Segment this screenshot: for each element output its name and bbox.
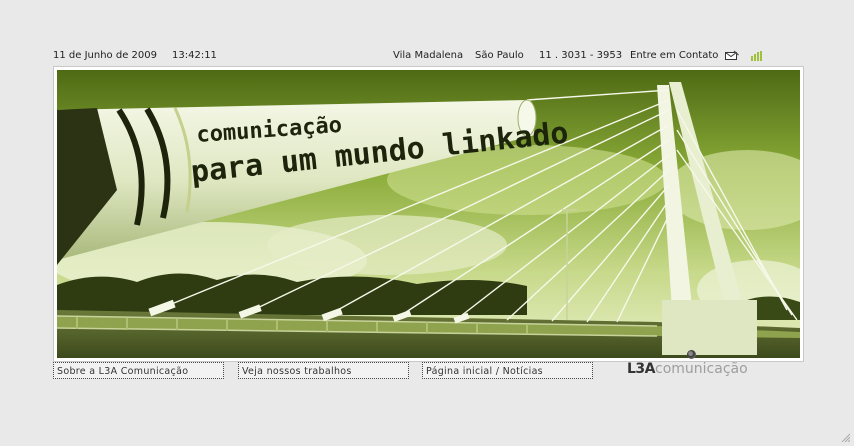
nav-home-link[interactable]: Página inicial / Notícias <box>422 362 593 379</box>
contact-link[interactable]: Entre em Contato <box>630 50 718 61</box>
top-info-bar: 11 de Junho de 2009 13:42:11 Vila Madale… <box>53 50 800 64</box>
brand-logo[interactable]: L3Acomunicação <box>627 361 772 383</box>
logo-mark: L3A <box>627 361 656 377</box>
hero-image: comunicação para um mundo linkado <box>57 70 800 358</box>
nav-works-link[interactable]: Veja nossos trabalhos <box>238 362 409 379</box>
logo-wordmark: comunicação <box>655 361 748 377</box>
hero-banner: comunicação para um mundo linkado <box>53 66 804 362</box>
phone-number: 11 . 3031 - 3953 <box>539 50 623 61</box>
current-time: 13:42:11 <box>172 50 217 61</box>
resize-grip-icon[interactable] <box>840 432 850 442</box>
current-date: 11 de Junho de 2009 <box>53 50 157 61</box>
neighborhood-label: Vila Madalena <box>393 50 464 61</box>
signal-bars-icon <box>751 51 764 61</box>
mail-icon[interactable] <box>725 50 739 61</box>
nav-about-link[interactable]: Sobre a L3A Comunicação <box>53 362 224 379</box>
logo-dot-icon <box>687 350 696 359</box>
city-label: São Paulo <box>475 50 524 61</box>
